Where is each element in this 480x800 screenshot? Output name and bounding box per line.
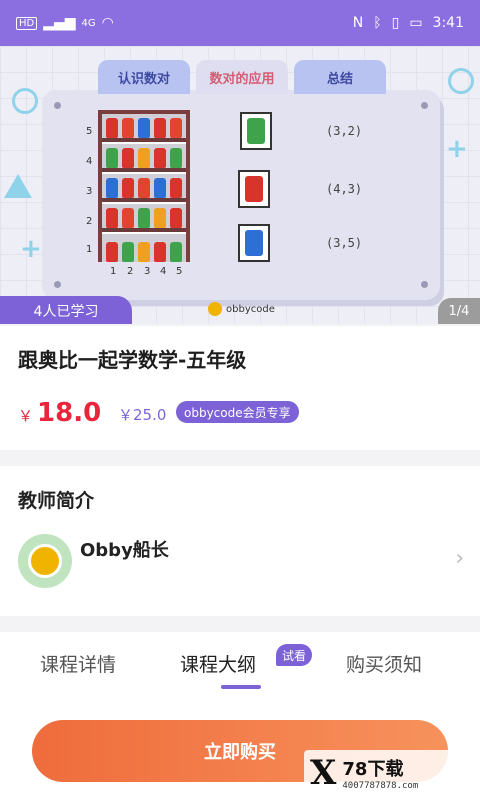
- network-type: 4G: [81, 17, 96, 29]
- x-label: 2: [127, 266, 134, 277]
- y-label: 3: [86, 186, 93, 197]
- member-badge: obbycode会员专享: [176, 401, 299, 423]
- watermark: X 78下载 4007787878.com: [304, 750, 472, 796]
- coordinate-label: (3,2): [326, 124, 363, 138]
- teacher-section[interactable]: 教师简介 Obby船长 ›: [0, 466, 480, 616]
- y-label: 4: [86, 156, 93, 167]
- shelf-row: [102, 144, 186, 172]
- trial-badge: 试看: [276, 644, 313, 666]
- original-price: ￥25.0: [118, 406, 167, 424]
- watermark-logo-icon: X: [310, 753, 337, 793]
- chevron-right-icon[interactable]: ›: [455, 546, 464, 571]
- board-dot: [421, 102, 428, 109]
- triangle-decoration: [4, 174, 32, 198]
- active-tab-indicator: [221, 685, 261, 689]
- course-title: 跟奥比一起学数学-五年级: [18, 348, 247, 372]
- tab-course-outline[interactable]: 课程大纲: [180, 650, 256, 677]
- board-dot: [421, 281, 428, 288]
- coordinate-label: (4,3): [326, 182, 363, 196]
- clock: 3:41: [432, 15, 464, 31]
- shelf-row: [102, 114, 186, 142]
- currency-symbol: ￥: [18, 407, 34, 425]
- plus-decoration: +: [446, 134, 468, 164]
- slide-tab: 总结: [294, 60, 386, 94]
- bluetooth-icon: ᛒ: [373, 15, 382, 31]
- tab-purchase-notes[interactable]: 购买须知: [346, 650, 422, 677]
- watermark-url: 4007787878.com: [342, 781, 419, 791]
- obby-mascot-icon: [28, 544, 62, 578]
- slide-tab-active: 数对的应用: [196, 60, 288, 94]
- avatar[interactable]: [18, 534, 72, 588]
- board-dot: [54, 281, 61, 288]
- teacher-name[interactable]: Obby船长: [80, 536, 169, 562]
- watermark-title: 78下载: [342, 759, 404, 780]
- vibrate-icon: ▯: [391, 15, 400, 31]
- x-label: 4: [160, 266, 167, 277]
- nfc-icon: N: [352, 15, 364, 31]
- price-value: 18.0: [37, 398, 102, 428]
- plus-decoration: +: [20, 234, 42, 264]
- slide-tab: 认识数对: [98, 60, 190, 94]
- wifi-icon: ◠: [101, 15, 114, 31]
- shelf-row: [102, 174, 186, 202]
- y-label: 5: [86, 126, 93, 137]
- vending-shelf: [98, 110, 190, 262]
- battery-icon: ▭: [409, 15, 423, 31]
- hd-badge: HD: [16, 16, 38, 30]
- learners-count-badge: 4人已学习: [0, 296, 132, 324]
- x-label: 1: [110, 266, 117, 277]
- shelf-row: [102, 204, 186, 232]
- item-thumbnail: [238, 170, 270, 208]
- item-thumbnail: [240, 112, 272, 150]
- tab-course-details[interactable]: 课程详情: [40, 650, 116, 677]
- slide-tabs: 认识数对 数对的应用 总结: [98, 60, 386, 94]
- obby-logo-icon: [208, 302, 222, 316]
- y-label: 2: [86, 216, 93, 227]
- course-banner[interactable]: + + 认识数对 数对的应用 总结 5 4 3 2 1 1 2 3 4 5 (3…: [0, 46, 480, 324]
- brand-logo: obbycode: [208, 302, 275, 316]
- course-info: 跟奥比一起学数学-五年级 ￥ 18.0 ￥25.0 obbycode会员专享: [0, 326, 480, 450]
- x-label: 5: [176, 266, 183, 277]
- circle-decoration: [448, 68, 474, 94]
- current-price: ￥ 18.0: [18, 398, 101, 428]
- shelf-row: [102, 234, 186, 262]
- x-label: 3: [144, 266, 151, 277]
- board-dot: [54, 102, 61, 109]
- y-label: 1: [86, 244, 93, 255]
- detail-tabs: 课程详情 课程大纲 购买须知 试看: [0, 632, 480, 694]
- circle-decoration: [12, 88, 38, 114]
- status-bar: HD ▂▄▆ 4G ◠ N ᛒ ▯ ▭ 3:41: [0, 0, 480, 46]
- coordinate-label: (3,5): [326, 236, 363, 250]
- teacher-heading: 教师简介: [18, 490, 95, 512]
- signal-icon: ▂▄▆: [43, 15, 76, 31]
- brand-name: obbycode: [226, 303, 275, 315]
- slide-counter: 1/4: [438, 298, 480, 324]
- item-thumbnail: [238, 224, 270, 262]
